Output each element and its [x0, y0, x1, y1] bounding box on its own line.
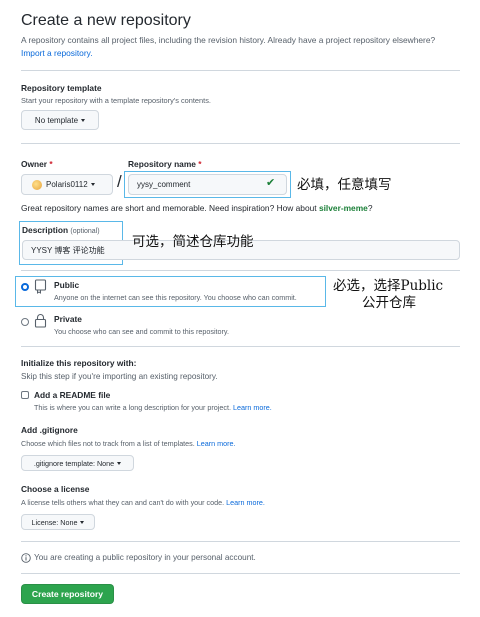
repo-name-annotation: 必填，任意填写 — [297, 177, 392, 193]
import-repository-link[interactable]: Import a repository. — [21, 48, 93, 58]
check-icon: ✔ — [266, 177, 276, 189]
chevron-down-icon — [81, 118, 86, 122]
page-title: Create a new repository — [21, 12, 191, 29]
gitignore-learn-more-link[interactable]: Learn more. — [197, 439, 236, 448]
repo-name-label: Repository name * — [128, 159, 202, 169]
readme-desc-text: This is where you can write a long descr… — [34, 403, 231, 412]
private-title: Private — [54, 314, 82, 324]
description-optional: (optional) — [70, 228, 100, 235]
owner-label: Owner * — [21, 159, 53, 169]
template-hint: Start your repository with a template re… — [21, 96, 211, 105]
divider — [21, 573, 460, 574]
owner-repo-separator: / — [117, 172, 122, 191]
divider — [21, 70, 460, 71]
public-description: Anyone on the internet can see this repo… — [54, 293, 297, 302]
chevron-down-icon — [117, 461, 122, 465]
create-repository-button[interactable]: Create repository — [21, 584, 114, 604]
description-label: Description (optional) — [22, 225, 100, 235]
owner-select[interactable]: Polaris0112 — [21, 174, 113, 195]
init-hint: Skip this step if you're importing an ex… — [21, 372, 218, 381]
private-radio[interactable] — [21, 318, 29, 326]
license-button-label: License: None — [31, 517, 78, 527]
public-radio[interactable] — [21, 283, 29, 291]
public-annotation-line2: 公开仓库 — [362, 295, 416, 311]
license-select-button[interactable]: License: None — [21, 514, 95, 530]
repo-name-required-marker: * — [198, 159, 202, 169]
divider — [21, 143, 460, 144]
avatar — [32, 179, 42, 190]
gitignore-button-label: .gitignore template: None — [33, 458, 115, 468]
divider — [21, 541, 460, 542]
license-learn-more-link[interactable]: Learn more. — [226, 498, 265, 507]
name-hint: Great repository names are short and mem… — [21, 203, 373, 213]
gitignore-hint-text: Choose which files not to track from a l… — [21, 439, 195, 448]
description-annotation: 可选，简述仓库功能 — [132, 234, 254, 250]
page-intro: A repository contains all project files,… — [21, 34, 441, 59]
license-hint: A license tells others what they can and… — [21, 498, 265, 507]
template-label: Repository template — [21, 83, 102, 93]
info-icon — [21, 553, 31, 563]
intro-text: A repository contains all project files,… — [21, 35, 436, 45]
public-notice: You are creating a public repository in … — [34, 553, 256, 562]
repo-name-input[interactable]: yysy_comment — [128, 174, 287, 195]
readme-checkbox[interactable] — [21, 391, 29, 399]
repo-icon — [34, 279, 47, 294]
template-button-label: No template — [34, 115, 79, 125]
readme-learn-more-link[interactable]: Learn more. — [233, 403, 272, 412]
owner-value: Polaris0112 — [46, 180, 88, 189]
gitignore-select-button[interactable]: .gitignore template: None — [21, 455, 134, 471]
divider — [21, 346, 460, 347]
owner-required-marker: * — [49, 159, 53, 169]
divider — [21, 270, 460, 271]
gitignore-hint: Choose which files not to track from a l… — [21, 439, 236, 448]
private-description: You choose who can see and commit to thi… — [54, 327, 229, 336]
gitignore-title: Add .gitignore — [21, 425, 78, 435]
readme-title: Add a README file — [34, 390, 111, 400]
chevron-down-icon — [90, 183, 95, 186]
owner-label-text: Owner — [21, 159, 48, 169]
lock-icon — [34, 314, 47, 328]
name-hint-text: Great repository names are short and mem… — [21, 203, 317, 213]
repo-name-label-text: Repository name — [128, 159, 196, 169]
license-title: Choose a license — [21, 484, 90, 494]
name-suggestion-link[interactable]: silver-meme — [319, 203, 368, 213]
name-hint-end: ? — [367, 203, 373, 213]
readme-description: This is where you can write a long descr… — [34, 403, 272, 412]
repo-name-value: yysy_comment — [137, 180, 191, 189]
public-title: Public — [54, 280, 80, 290]
init-title: Initialize this repository with: — [21, 358, 137, 368]
license-hint-text: A license tells others what they can and… — [21, 498, 225, 507]
chevron-down-icon — [80, 520, 85, 524]
template-select-button[interactable]: No template — [21, 110, 99, 130]
description-label-text: Description — [22, 225, 69, 235]
description-value: YYSY 博客 评论功能 — [31, 245, 105, 255]
